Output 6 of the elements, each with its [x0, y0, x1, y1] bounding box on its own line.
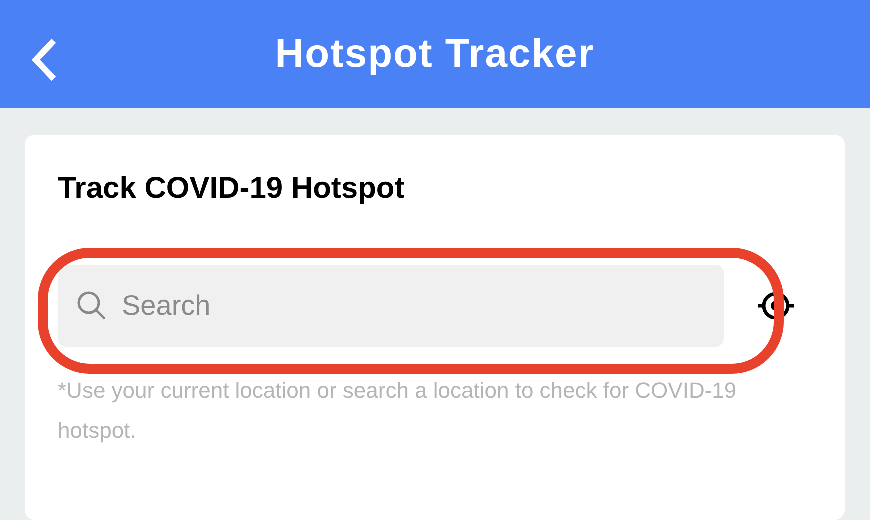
card-title: Track COVID-19 Hotspot [58, 171, 406, 207]
back-icon [30, 38, 58, 82]
hint-text: *Use your current location or search a location to check for COVID-19 hotspot. [58, 377, 738, 445]
search-icon [76, 290, 108, 322]
search-field[interactable]: Search [58, 265, 724, 347]
screen-title: Hotspot Tracker [275, 31, 595, 78]
